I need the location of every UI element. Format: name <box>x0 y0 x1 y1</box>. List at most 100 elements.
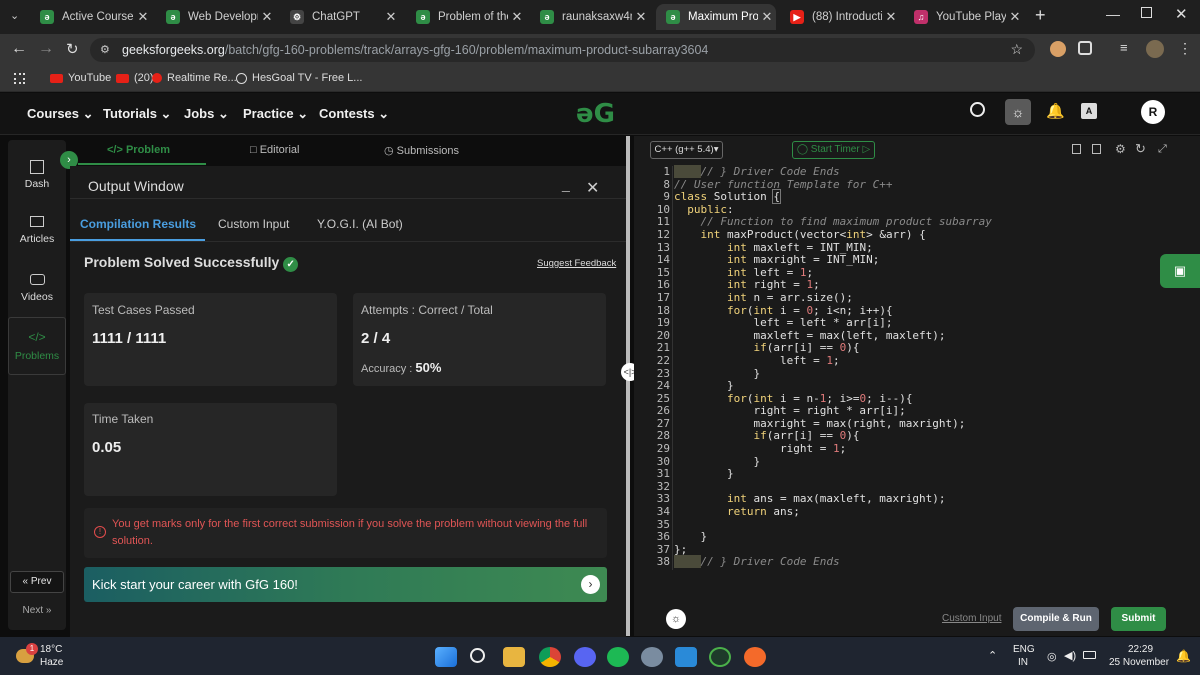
battery-icon[interactable] <box>1083 651 1096 659</box>
apps-grid-icon[interactable] <box>14 73 25 84</box>
bookmark-star-icon[interactable]: ☆ <box>1010 41 1023 58</box>
nav-contests[interactable]: Contests ⌄ <box>319 106 389 122</box>
nav-courses[interactable]: Courses ⌄ <box>27 106 94 122</box>
submit-button[interactable]: Submit <box>1111 607 1166 631</box>
copy-icon[interactable] <box>1072 144 1081 154</box>
close-tab-icon[interactable]: ✕ <box>1006 9 1024 25</box>
settings-gear-taskbar-icon[interactable] <box>641 647 663 667</box>
vscode-icon[interactable] <box>675 647 697 667</box>
language-select[interactable]: C++ (g++ 5.4)▾ <box>650 141 723 159</box>
new-tab-button[interactable]: + <box>1035 5 1046 26</box>
start-timer-button[interactable]: ◯ Start Timer ▷ <box>792 141 875 159</box>
bookmark-youtube[interactable]: YouTube <box>50 72 111 84</box>
upload-icon[interactable] <box>1092 144 1101 154</box>
rail-videos[interactable]: Videos <box>8 274 66 303</box>
minimize-button[interactable]: — <box>1106 6 1120 22</box>
browser-tab[interactable]: ә Active Courses ✕ <box>30 4 152 30</box>
tab-compilation-results[interactable]: Compilation Results <box>80 217 196 231</box>
tab-submissions[interactable]: ◷ Submissions <box>384 144 459 157</box>
browser-tab[interactable]: ә Web Developme✕ <box>156 4 276 30</box>
wifi-icon[interactable]: ◎ <box>1047 650 1057 663</box>
minimize-output-button[interactable]: _ <box>562 176 570 192</box>
chrome-icon[interactable] <box>539 647 561 667</box>
search-icon[interactable] <box>970 102 985 117</box>
browser-tab[interactable]: ә raunaksaxw4nb✕ <box>530 4 650 30</box>
search-taskbar-icon[interactable] <box>470 648 485 663</box>
browser-tab[interactable]: ә Maximum Produ✕ <box>656 4 776 30</box>
bookmark-realtime[interactable]: Realtime Re... <box>152 72 237 84</box>
refresh-icon[interactable]: ↻ <box>1135 141 1146 157</box>
close-tab-icon[interactable]: ✕ <box>758 9 776 25</box>
extensions-icon[interactable] <box>1078 41 1092 55</box>
clock-time[interactable]: 22:29 <box>1128 644 1153 655</box>
next-button[interactable]: Next » <box>10 601 64 621</box>
close-output-icon[interactable]: ✕ <box>586 178 599 198</box>
close-tab-icon[interactable]: ✕ <box>134 9 152 25</box>
compile-run-button[interactable]: Compile & Run <box>1013 607 1099 631</box>
fullscreen-icon[interactable]: ⤢ <box>1158 143 1167 156</box>
close-tab-icon[interactable]: ✕ <box>882 9 900 25</box>
notification-bell-icon[interactable]: 🔔 <box>1176 649 1191 663</box>
close-tab-icon[interactable]: ✕ <box>632 9 650 25</box>
tab-yogi-ai-bot[interactable]: Y.O.G.I. (AI Bot) <box>317 217 403 231</box>
chat-float-icon[interactable]: ▣ <box>1160 254 1200 288</box>
menu-kebab-icon[interactable]: ⋮ <box>1178 40 1192 57</box>
theme-toggle-icon[interactable]: ☼ <box>1005 99 1031 125</box>
nav-tutorials[interactable]: Tutorials ⌄ <box>103 106 171 122</box>
gfg-icon: ә <box>40 10 54 24</box>
bulb-icon[interactable]: ☼ <box>666 609 686 629</box>
bookmark-hesgoal[interactable]: HesGoal TV - Free L... <box>236 72 362 84</box>
code-text[interactable]: // } Driver Code Ends // User function T… <box>674 165 992 569</box>
tab-custom-input[interactable]: Custom Input <box>218 217 289 231</box>
rail-problems[interactable]: </> Problems <box>8 317 66 375</box>
settings-icon[interactable]: ⚙ <box>1115 142 1126 156</box>
gfg160-banner[interactable]: Kick start your career with GfG 160! › <box>84 567 607 602</box>
tab-editorial[interactable]: □ Editorial <box>250 144 299 156</box>
line-number: 18 <box>656 303 670 317</box>
browser-tab[interactable]: ә Problem of the D✕ <box>406 4 526 30</box>
spotify-icon[interactable] <box>607 647 629 667</box>
discord-icon[interactable] <box>574 647 596 667</box>
browser-tab[interactable]: ▶ (88) Introduction✕ <box>780 4 900 30</box>
reload-icon[interactable]: ↻ <box>66 40 79 58</box>
bookmark-20[interactable]: (20) <box>116 72 154 84</box>
nav-jobs[interactable]: Jobs ⌄ <box>184 106 229 122</box>
restore-button[interactable] <box>1141 7 1152 18</box>
reading-list-icon[interactable]: ≡ <box>1120 40 1128 55</box>
profile-emoji-icon[interactable] <box>1050 41 1066 57</box>
postman-icon[interactable] <box>744 647 766 667</box>
arrow-right-icon[interactable]: › <box>581 575 600 594</box>
close-tab-icon[interactable]: ✕ <box>508 9 526 25</box>
start-windows-icon[interactable] <box>435 647 457 667</box>
close-window-button[interactable]: ✕ <box>1175 5 1188 23</box>
code-editor[interactable]: C++ (g++ 5.4)▾ ◯ Start Timer ▷ ⚙ ↻ ⤢ 1 8… <box>634 136 1200 636</box>
close-tab-icon[interactable]: ✕ <box>258 9 276 25</box>
nav-practice[interactable]: Practice ⌄ <box>243 106 308 122</box>
mongodb-icon[interactable] <box>709 647 731 667</box>
rail-dash[interactable]: Dash <box>8 160 66 190</box>
profile-avatar-icon[interactable] <box>1146 40 1164 58</box>
back-icon[interactable]: ← <box>11 40 27 58</box>
gfg-logo[interactable]: әG <box>576 99 615 129</box>
output-scrollbar[interactable] <box>626 136 630 636</box>
tray-chevron-icon[interactable]: ⌃ <box>988 649 997 662</box>
bell-icon[interactable]: 🔔 <box>1046 102 1065 120</box>
suggest-feedback-link[interactable]: Suggest Feedback <box>537 258 616 269</box>
site-info-icon[interactable]: ⚙ <box>100 43 110 56</box>
file-explorer-icon[interactable] <box>503 647 525 667</box>
user-avatar[interactable]: R <box>1141 100 1165 124</box>
line-number: 23 <box>656 366 670 380</box>
translate-icon[interactable]: A <box>1081 103 1097 119</box>
tab-menu-chevron-icon[interactable]: ⌄ <box>10 9 19 22</box>
forward-icon[interactable]: → <box>38 40 54 58</box>
rail-articles[interactable]: Articles <box>8 216 66 245</box>
language-indicator[interactable]: ENG <box>1013 644 1035 655</box>
browser-tab[interactable]: ⚙ ChatGPT ✕ <box>280 4 400 30</box>
browser-tab[interactable]: ♫ YouTube Playlist✕ <box>904 4 1024 30</box>
custom-input-link[interactable]: Custom Input <box>942 613 1001 624</box>
close-tab-icon[interactable]: ✕ <box>382 9 400 25</box>
url-input[interactable]: ⚙ geeksforgeeks.org/batch/gfg-160-proble… <box>90 38 1035 62</box>
tab-problem[interactable]: </> Problem <box>107 144 170 156</box>
prev-button[interactable]: « Prev <box>10 571 64 593</box>
volume-icon[interactable]: ◀) <box>1064 649 1076 662</box>
